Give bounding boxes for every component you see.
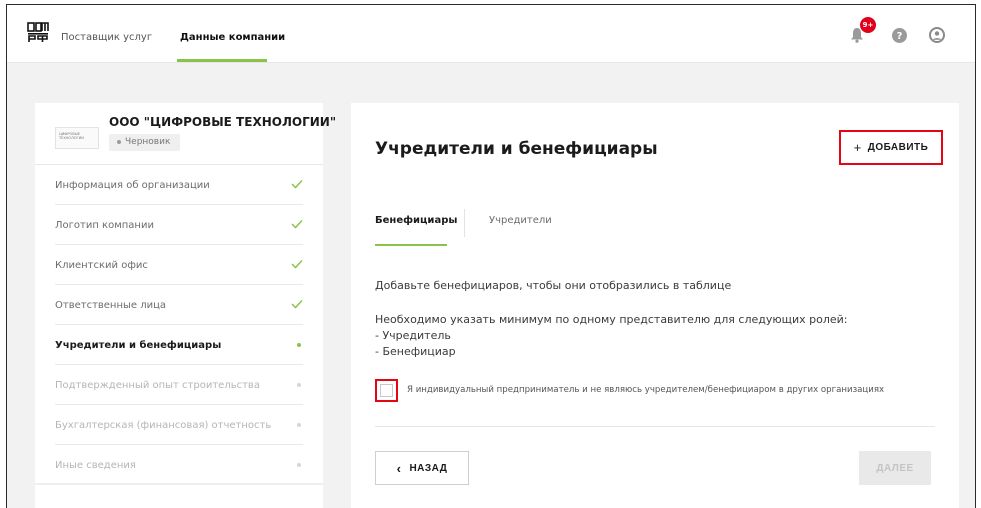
ip-checkbox-label[interactable]: Я индивидуальный предприниматель и не яв… [407, 385, 884, 395]
add-button-label: ДОБАВИТЬ [867, 142, 929, 153]
sidebar-item-label: Подтвержденный опыт строительства [55, 380, 260, 391]
status-dot-icon [117, 139, 121, 144]
dot-icon [297, 423, 301, 427]
top-bar: Поставщик услуг Данные компании 9+ ? [7, 5, 975, 63]
sidebar-item-label: Информация об организации [55, 180, 210, 191]
svg-text:?: ? [897, 31, 903, 42]
nav-provider[interactable]: Поставщик услуг [61, 32, 152, 43]
empty-message: Добавьте бенефициаров, чтобы они отобраз… [375, 279, 732, 292]
sidebar-item-construction-experience[interactable]: Подтвержденный опыт строительства [35, 365, 323, 405]
dot-icon [297, 463, 301, 467]
sidebar-item-financial-reports[interactable]: Бухгалтерская (финансовая) отчетность [35, 405, 323, 445]
back-button-label: НАЗАД [409, 462, 448, 474]
sidebar: ЦИФРОВЫЕ ТЕХНОЛОГИИ ООО "ЦИФРОВЫЕ ТЕХНОЛ… [35, 103, 336, 508]
sidebar-item-founders[interactable]: Учредители и бенефициары [35, 325, 323, 365]
sidebar-item-logo[interactable]: Логотип компании [35, 205, 323, 245]
chevron-left-icon: ‹ [396, 460, 402, 476]
notification-badge: 9+ [860, 17, 876, 33]
sidebar-item-label: Клиентский офис [55, 260, 148, 271]
dot-icon [297, 383, 301, 387]
sidebar-item-label: Логотип компании [55, 220, 154, 231]
app-window: Поставщик услуг Данные компании 9+ ? ЦИФ… [6, 4, 976, 508]
help-icon[interactable]: ? [892, 28, 907, 43]
checkbox-square [380, 384, 393, 397]
divider [35, 483, 323, 485]
sidebar-item-label: Учредители и бенефициары [55, 340, 222, 351]
check-icon [291, 179, 303, 189]
tab-divider [464, 209, 465, 237]
company-header: ЦИФРОВЫЕ ТЕХНОЛОГИИ ООО "ЦИФРОВЫЕ ТЕХНОЛ… [35, 103, 336, 165]
ip-checkbox[interactable] [375, 379, 398, 402]
dot-icon [297, 343, 301, 347]
sidebar-item-client-office[interactable]: Клиентский офис [35, 245, 323, 285]
user-icon[interactable] [929, 27, 945, 43]
company-name: ООО "ЦИФРОВЫЕ ТЕХНОЛОГИИ" [109, 115, 337, 129]
back-button[interactable]: ‹ НАЗАД [375, 451, 469, 485]
check-icon [291, 299, 303, 309]
divider [375, 426, 935, 427]
sidebar-item-label: Бухгалтерская (финансовая) отчетность [55, 420, 272, 431]
nav-active-indicator [177, 59, 267, 62]
check-icon [291, 219, 303, 229]
tab-active-indicator [375, 244, 447, 246]
sidebar-item-org-info[interactable]: Информация об организации [35, 165, 323, 205]
sidebar-item-responsible-persons[interactable]: Ответственные лица [35, 285, 323, 325]
requirement-message: Необходимо указать минимум по одному пре… [375, 313, 848, 326]
sidebar-item-label: Иные сведения [55, 460, 136, 471]
company-logo: ЦИФРОВЫЕ ТЕХНОЛОГИИ [55, 127, 99, 149]
sidebar-item-other-info[interactable]: Иные сведения [35, 445, 323, 485]
role-beneficiary: - Бенефициар [375, 345, 456, 358]
add-button[interactable]: + ДОБАВИТЬ [839, 130, 943, 165]
tab-founders[interactable]: Учредители [489, 215, 552, 226]
main-card: Учредители и бенефициары + ДОБАВИТЬ Бене… [351, 103, 959, 508]
role-founder: - Учредитель [375, 329, 451, 342]
page-title: Учредители и бенефициары [375, 139, 658, 159]
tab-beneficiaries[interactable]: Бенефициары [375, 215, 457, 226]
nav-company-data[interactable]: Данные компании [180, 32, 285, 43]
sidebar-item-label: Ответственные лица [55, 300, 167, 311]
plus-icon: + [853, 140, 862, 155]
status-badge: Черновик [109, 134, 181, 151]
company-logo-text: ЦИФРОВЫЕ ТЕХНОЛОГИИ [59, 132, 84, 140]
dom-rf-logo[interactable] [27, 21, 49, 43]
status-label: Черновик [125, 137, 171, 147]
check-icon [291, 259, 303, 269]
next-button[interactable]: ДАЛЕЕ [859, 451, 931, 485]
